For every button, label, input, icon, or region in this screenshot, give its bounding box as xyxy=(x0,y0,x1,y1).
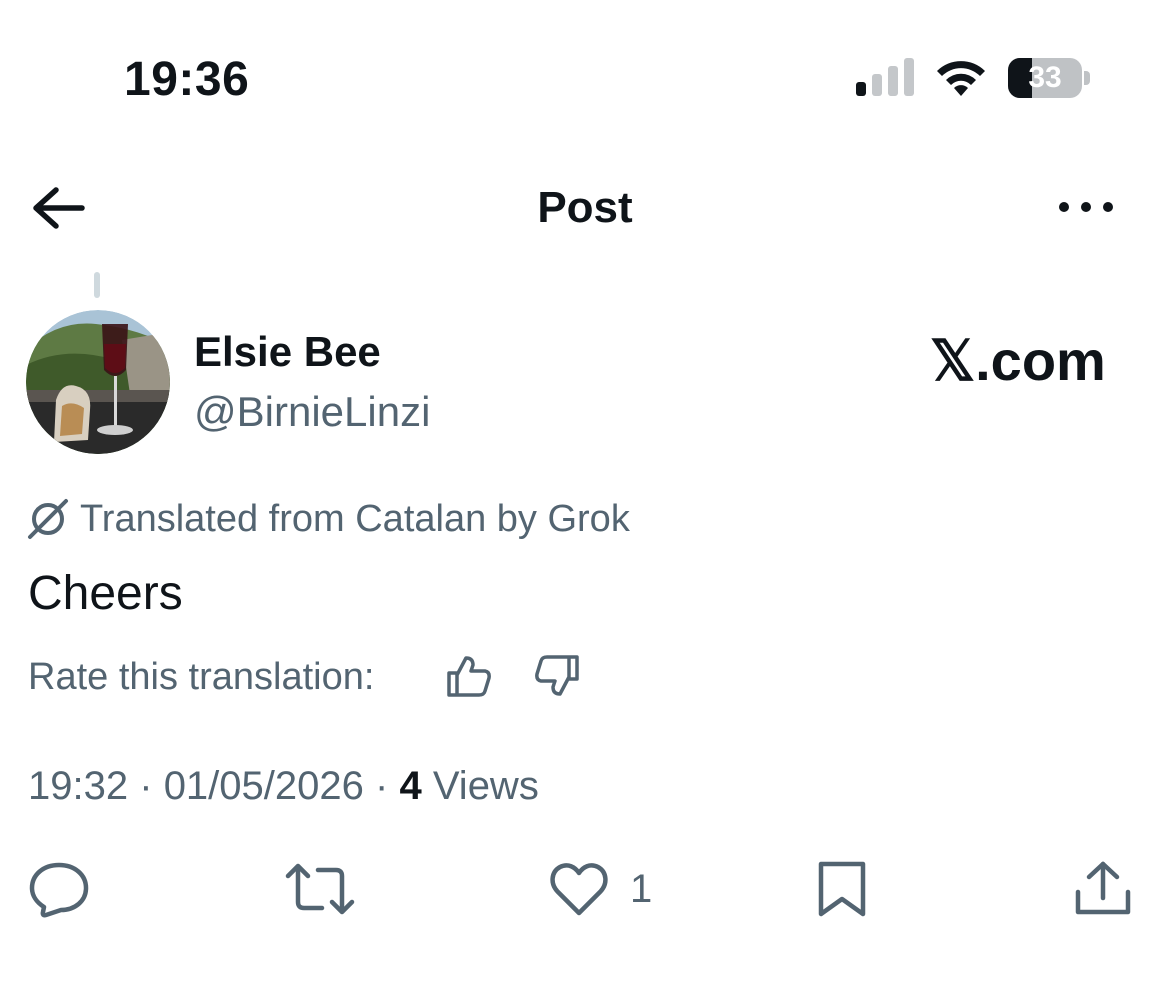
share-button[interactable] xyxy=(1074,860,1132,918)
meta-separator: · xyxy=(139,764,153,808)
like-count: 1 xyxy=(630,867,653,911)
author-handle[interactable]: @BirnieLinzi xyxy=(194,386,430,438)
views-label: Views xyxy=(432,764,539,808)
x-watermark: 𝕏.com xyxy=(930,329,1106,392)
thumbs-up-icon[interactable] xyxy=(446,654,492,698)
post-text: Cheers xyxy=(28,567,183,620)
thumbs-down-icon[interactable] xyxy=(534,654,580,698)
bookmark-icon xyxy=(818,861,866,917)
status-time: 19:36 xyxy=(124,53,250,106)
repost-button[interactable] xyxy=(284,860,356,918)
battery-level: 33 xyxy=(1028,61,1062,94)
battery-icon: 33 xyxy=(1008,58,1092,98)
thread-connector xyxy=(94,272,100,298)
avatar[interactable] xyxy=(26,310,170,454)
views-count: 4 xyxy=(399,764,422,808)
repost-icon xyxy=(285,863,355,915)
like-button[interactable]: 1 xyxy=(548,860,668,918)
wifi-icon xyxy=(937,61,985,96)
like-icon xyxy=(550,863,608,916)
post-meta: 19:32 · 01/05/2026 · 4 Views xyxy=(28,760,539,812)
post-time: 19:32 xyxy=(28,764,129,808)
share-icon xyxy=(1075,861,1131,915)
translation-notice-label: Translated from Catalan by Grok xyxy=(80,497,630,540)
reply-icon xyxy=(29,862,89,918)
signal-icon xyxy=(856,58,914,96)
more-icon[interactable] xyxy=(1056,192,1116,222)
post-date: 01/05/2026 xyxy=(163,764,364,808)
rate-translation-label: Rate this translation: xyxy=(28,656,375,698)
author-display-name[interactable]: Elsie Bee xyxy=(194,326,381,378)
page-title: Post xyxy=(537,183,633,232)
reply-button[interactable] xyxy=(28,860,90,918)
bookmark-button[interactable] xyxy=(816,860,868,918)
grok-icon xyxy=(28,499,68,539)
translation-notice[interactable]: Translated from Catalan by Grok xyxy=(26,494,630,544)
meta-separator: · xyxy=(375,764,389,808)
